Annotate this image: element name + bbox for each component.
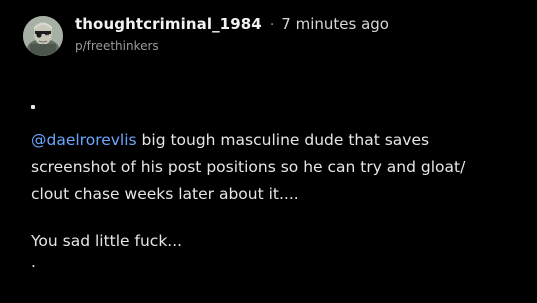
post-paragraph-1: @daelrorevlis big tough masculine dude t…	[31, 127, 521, 208]
avatar-image	[23, 16, 63, 56]
post-line-1: @daelrorevlis big tough masculine dude t…	[31, 127, 521, 154]
trailing-dot: .	[31, 253, 36, 271]
user-mention[interactable]: @daelrorevlis	[31, 131, 137, 149]
post-body: @daelrorevlis big tough masculine dude t…	[31, 93, 521, 275]
community-link[interactable]: p/freethinkers	[75, 39, 389, 53]
post-line-3: clout chase weeks later about it....	[31, 185, 299, 203]
post-timestamp[interactable]: 7 minutes ago	[281, 15, 389, 33]
post-header: thoughtcriminal_1984 · 7 minutes ago p/f…	[75, 15, 389, 53]
author-username[interactable]: thoughtcriminal_1984	[75, 15, 262, 33]
avatar[interactable]	[23, 16, 63, 56]
post-line-2: screenshot of his post positions so he c…	[31, 158, 466, 176]
bullet-icon	[31, 104, 35, 109]
post-line-1-text: big tough masculine dude that saves	[136, 131, 430, 149]
post-paragraph-2: You sad little fuck...	[31, 232, 183, 250]
bullet-line	[31, 93, 521, 120]
header-separator: ·	[269, 17, 275, 33]
post: thoughtcriminal_1984 · 7 minutes ago p/f…	[0, 0, 537, 303]
